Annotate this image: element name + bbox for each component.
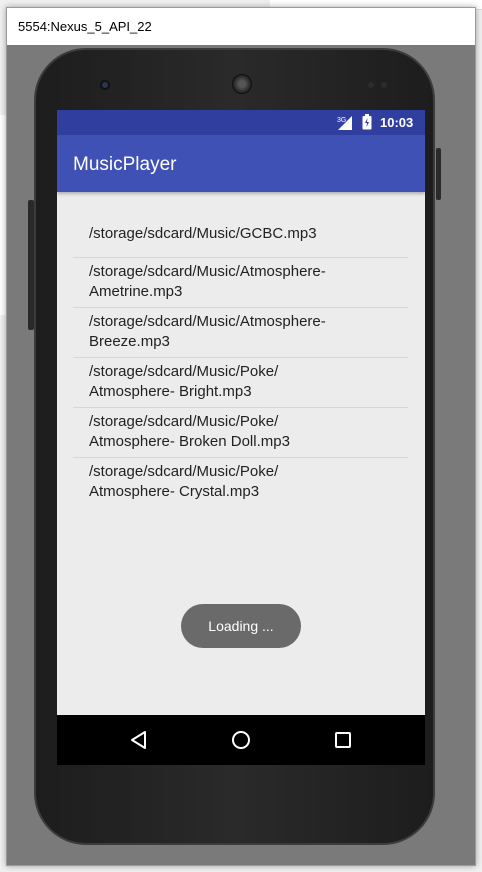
sensor-icon [368,82,374,88]
window-title: 5554:Nexus_5_API_22 [18,19,152,34]
song-list: /storage/sdcard/Music/GCBC.mp3 /storage/… [73,210,408,508]
song-path-line1: /storage/sdcard/Music/Atmosphere- [89,263,326,280]
song-list-item[interactable]: /storage/sdcard/Music/Poke/ Atmosphere- … [73,458,408,508]
song-list-item[interactable]: /storage/sdcard/Music/Poke/ Atmosphere- … [73,358,408,408]
song-path-line1: /storage/sdcard/Music/Poke/ [89,413,279,430]
phone-power-button [436,148,441,200]
song-path-line2: Ametrine.mp3 [89,283,183,300]
status-bar: 3G 10:03 [57,110,425,135]
song-path-line1: /storage/sdcard/Music/GCBC.mp3 [89,225,317,242]
status-time: 10:03 [380,115,414,130]
back-icon[interactable] [127,728,151,752]
battery-icon [362,114,372,130]
song-path-line2: Breeze.mp3 [89,333,170,350]
app-title: MusicPlayer [73,154,177,175]
song-path-line2: Atmosphere- Broken Doll.mp3 [89,433,290,450]
phone-screen: 3G 10:03 MusicPlayer /storage/sdcard/Mus… [57,110,425,765]
sensor-icon [381,82,387,88]
navigation-bar [57,715,425,765]
loading-toast: Loading ... [181,604,301,648]
song-path-line2: Atmosphere- Crystal.mp3 [89,483,260,500]
recents-icon[interactable] [331,728,355,752]
window-titlebar[interactable]: 5554:Nexus_5_API_22 [7,8,475,45]
svg-text:3G: 3G [337,117,346,124]
song-list-item[interactable]: /storage/sdcard/Music/Poke/ Atmosphere- … [73,408,408,458]
song-path-line1: /storage/sdcard/Music/Atmosphere- [89,313,326,330]
song-list-item[interactable]: /storage/sdcard/Music/GCBC.mp3 [73,210,408,258]
song-list-item[interactable]: /storage/sdcard/Music/Atmosphere- Breeze… [73,308,408,358]
song-path-line2: Atmosphere- Bright.mp3 [89,383,252,400]
camera-icon [100,80,110,90]
signal-icon: 3G [337,116,352,130]
song-list-item[interactable]: /storage/sdcard/Music/Atmosphere- Ametri… [73,258,408,308]
app-bar: MusicPlayer [57,135,425,192]
home-icon[interactable] [229,728,253,752]
speaker-icon [232,74,252,94]
song-path-line1: /storage/sdcard/Music/Poke/ [89,463,279,480]
song-path-line1: /storage/sdcard/Music/Poke/ [89,363,279,380]
